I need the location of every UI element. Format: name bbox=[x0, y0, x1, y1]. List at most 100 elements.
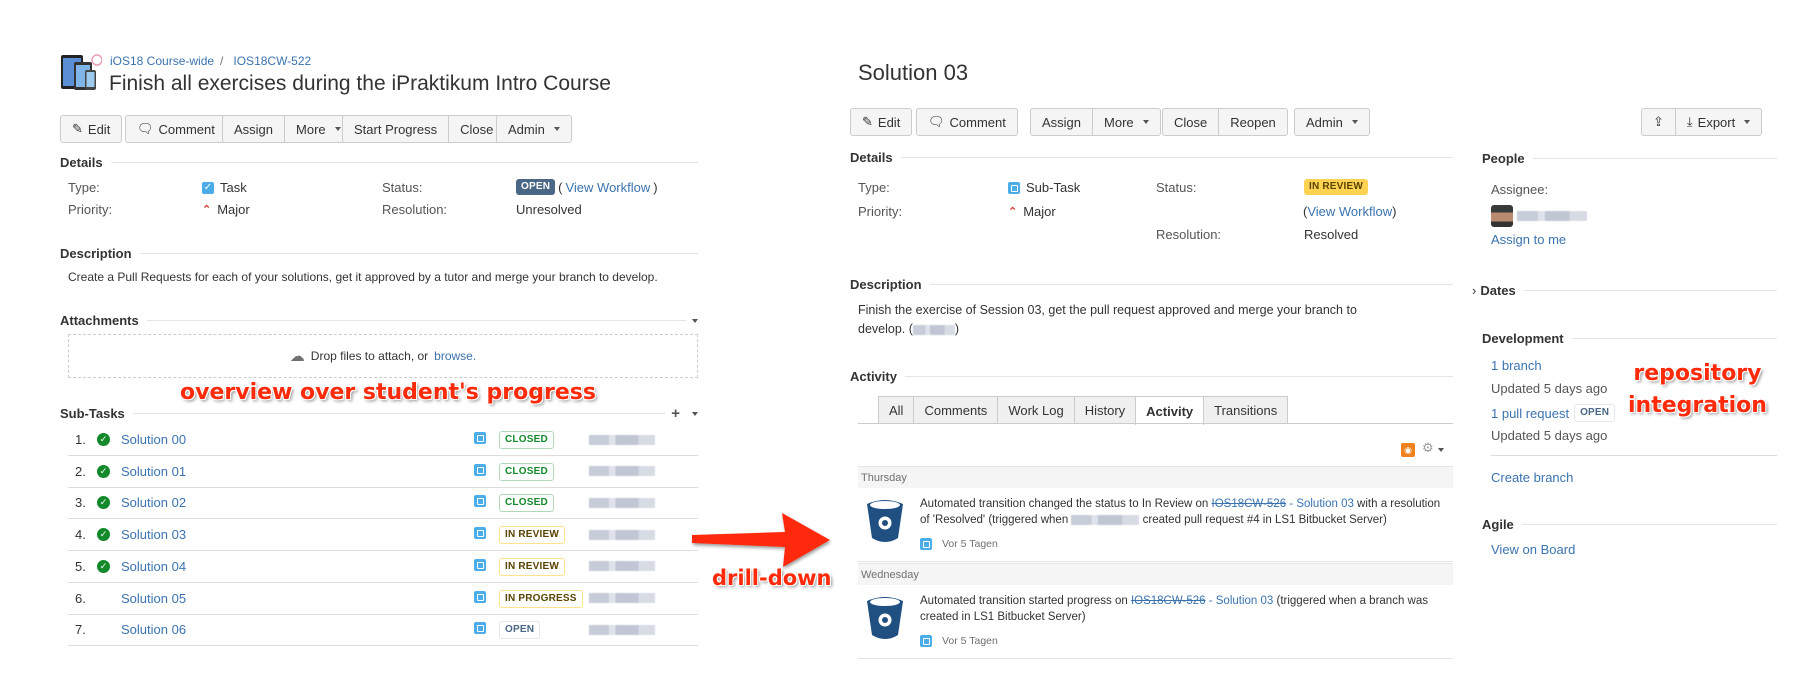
edit-button[interactable]: ✎ Edit bbox=[851, 109, 911, 135]
edit-button[interactable]: ✎ Edit bbox=[61, 116, 121, 142]
create-branch-link[interactable]: Create branch bbox=[1491, 470, 1573, 485]
subtask-number: 3. bbox=[75, 495, 86, 511]
tab-comments[interactable]: Comments bbox=[913, 396, 999, 424]
redacted-assignee bbox=[589, 466, 655, 477]
redacted-assignee bbox=[589, 593, 655, 603]
unresolved-spacer bbox=[97, 592, 110, 605]
status-label: Status: bbox=[382, 180, 423, 195]
subtask-link[interactable]: Solution 06 bbox=[121, 622, 474, 637]
subtask-link[interactable]: Solution 01 bbox=[121, 464, 474, 479]
subtask-number: 5. bbox=[75, 558, 86, 574]
comment-button[interactable]: 🗨 Comment bbox=[126, 116, 226, 142]
dates-heading[interactable]: › Dates bbox=[1472, 283, 1777, 298]
view-workflow-link[interactable]: View Workflow bbox=[1307, 204, 1392, 219]
branch-link[interactable]: 1 branch bbox=[1491, 358, 1542, 373]
subtask-link[interactable]: Solution 00 bbox=[121, 432, 474, 447]
browse-link[interactable]: browse. bbox=[434, 349, 476, 363]
admin-dropdown-button[interactable]: Admin bbox=[497, 116, 571, 142]
add-subtask-icon[interactable]: + bbox=[671, 405, 680, 422]
share-button[interactable]: ⇪ bbox=[1642, 109, 1676, 135]
tab-transitions[interactable]: Transitions bbox=[1203, 396, 1289, 424]
branch-updated: Updated 5 days ago bbox=[1491, 381, 1608, 396]
breadcrumb-issue-key-link[interactable]: IOS18CW-522 bbox=[233, 54, 311, 68]
subtask-link[interactable]: Solution 04 bbox=[121, 559, 474, 574]
development-heading: Development bbox=[1482, 331, 1777, 346]
assign-to-me-link[interactable]: Assign to me bbox=[1491, 232, 1566, 247]
reopen-button[interactable]: Reopen bbox=[1219, 109, 1287, 135]
subtask-row[interactable]: 1. ✓ Solution 00 CLOSED bbox=[68, 424, 698, 456]
comment-button-group: 🗨 Comment bbox=[916, 108, 1018, 136]
activity-settings-icon[interactable]: ⚙ bbox=[1422, 440, 1444, 456]
admin-dropdown-button[interactable]: Admin bbox=[1295, 109, 1369, 135]
subtask-type-icon bbox=[474, 463, 486, 476]
tab-all[interactable]: All bbox=[878, 396, 915, 424]
subtask-status-badge: CLOSED bbox=[499, 494, 554, 513]
subtask-row[interactable]: 7. Solution 06 OPEN bbox=[68, 614, 698, 647]
issue-title-link[interactable]: - Solution 03 bbox=[1286, 498, 1354, 510]
issue-title-link[interactable]: - Solution 03 bbox=[1206, 595, 1274, 607]
assignee[interactable] bbox=[1491, 205, 1587, 227]
status-label: Status: bbox=[1156, 180, 1197, 195]
subtask-row[interactable]: 5. ✓ Solution 04 IN REVIEW bbox=[68, 551, 698, 583]
activity-meta: Vor 5 Tagen bbox=[920, 538, 998, 550]
rss-feed-icon[interactable]: ◉ bbox=[1401, 443, 1415, 457]
issue-key-link[interactable]: IOS18CW-526 bbox=[1212, 498, 1287, 510]
issue-title: Solution 03 bbox=[858, 60, 969, 85]
pull-request-link[interactable]: 1 pull request bbox=[1491, 406, 1569, 421]
subtask-type-icon bbox=[920, 538, 932, 550]
comment-icon: 🗨 bbox=[928, 114, 945, 129]
tab-activity[interactable]: Activity bbox=[1135, 396, 1205, 425]
resolution-value: Resolved bbox=[1304, 227, 1359, 242]
assign-button[interactable]: Assign bbox=[223, 116, 286, 142]
tab-history[interactable]: History bbox=[1073, 396, 1137, 424]
assign-more-button-group: Assign More bbox=[222, 115, 353, 143]
close-issue-button[interactable]: Close bbox=[1163, 109, 1220, 135]
caret-down-icon bbox=[553, 127, 560, 131]
start-progress-button[interactable]: Start Progress bbox=[343, 116, 450, 142]
type-value: ✓ Task bbox=[202, 180, 247, 195]
activity-tabs: All Comments Work Log History Activity Transi… bbox=[878, 396, 1289, 425]
attachment-dropzone[interactable]: ☁ Drop files to attach, or browse. bbox=[68, 334, 698, 378]
subtask-row[interactable]: 3. ✓ Solution 02 CLOSED bbox=[68, 487, 698, 520]
assign-button[interactable]: Assign bbox=[1031, 109, 1094, 135]
subtask-link[interactable]: Solution 03 bbox=[121, 527, 474, 542]
subtask-number: 1. bbox=[75, 432, 86, 447]
priority-major-icon: ⌃ bbox=[202, 204, 212, 216]
subtask-type-icon bbox=[474, 622, 486, 635]
view-workflow-link[interactable]: View Workflow bbox=[565, 180, 650, 195]
activity-item: Automated transition started progress on… bbox=[858, 585, 1453, 659]
more-dropdown-button[interactable]: More bbox=[1093, 109, 1160, 135]
subtask-link[interactable]: Solution 05 bbox=[121, 591, 474, 606]
task-checkbox-icon: ✓ bbox=[202, 181, 214, 194]
activity-meta: Vor 5 Tagen bbox=[920, 635, 998, 647]
redacted-assignee-name bbox=[1517, 211, 1587, 221]
breadcrumb: iOS18 Course-wide / IOS18CW-522 bbox=[110, 54, 311, 68]
breadcrumb-project-link[interactable]: iOS18 Course-wide bbox=[110, 54, 214, 68]
subtasks-options-icon[interactable] bbox=[692, 411, 698, 416]
collapse-attachments-icon[interactable] bbox=[692, 318, 698, 323]
subtask-status-badge: IN PROGRESS bbox=[499, 589, 583, 608]
activity-day-header: Wednesday bbox=[858, 563, 1453, 585]
subtask-row[interactable]: 2. ✓ Solution 01 CLOSED bbox=[68, 456, 698, 488]
attachments-heading: Attachments bbox=[60, 313, 698, 328]
subtask-row[interactable]: 6. Solution 05 IN PROGRESS bbox=[68, 583, 698, 615]
share-icon: ⇪ bbox=[1653, 114, 1664, 129]
resolved-check-icon: ✓ bbox=[97, 433, 110, 446]
pull-request: 1 pull request OPEN bbox=[1491, 404, 1616, 422]
pencil-icon: ✎ bbox=[862, 114, 873, 129]
export-dropdown-button[interactable]: ⤓ Export bbox=[1676, 109, 1761, 135]
view-on-board-link[interactable]: View on Board bbox=[1491, 542, 1575, 557]
subtask-row[interactable]: 4. ✓ Solution 03 IN REVIEW bbox=[68, 519, 698, 552]
subtask-link[interactable]: Solution 02 bbox=[121, 495, 474, 510]
drilldown-arrow-icon bbox=[692, 513, 830, 567]
issue-key-link[interactable]: IOS18CW-526 bbox=[1131, 595, 1206, 607]
bitbucket-icon bbox=[865, 498, 905, 544]
resolution-label: Resolution: bbox=[1156, 227, 1222, 242]
resolved-check-icon: ✓ bbox=[97, 496, 110, 510]
redacted-user bbox=[1071, 514, 1140, 525]
comment-button[interactable]: 🗨 Comment bbox=[917, 109, 1017, 135]
subtask-type-icon bbox=[1008, 181, 1020, 194]
redacted-assignee bbox=[589, 434, 655, 445]
tab-work-log[interactable]: Work Log bbox=[997, 396, 1075, 424]
status-badge: OPEN bbox=[516, 179, 556, 195]
